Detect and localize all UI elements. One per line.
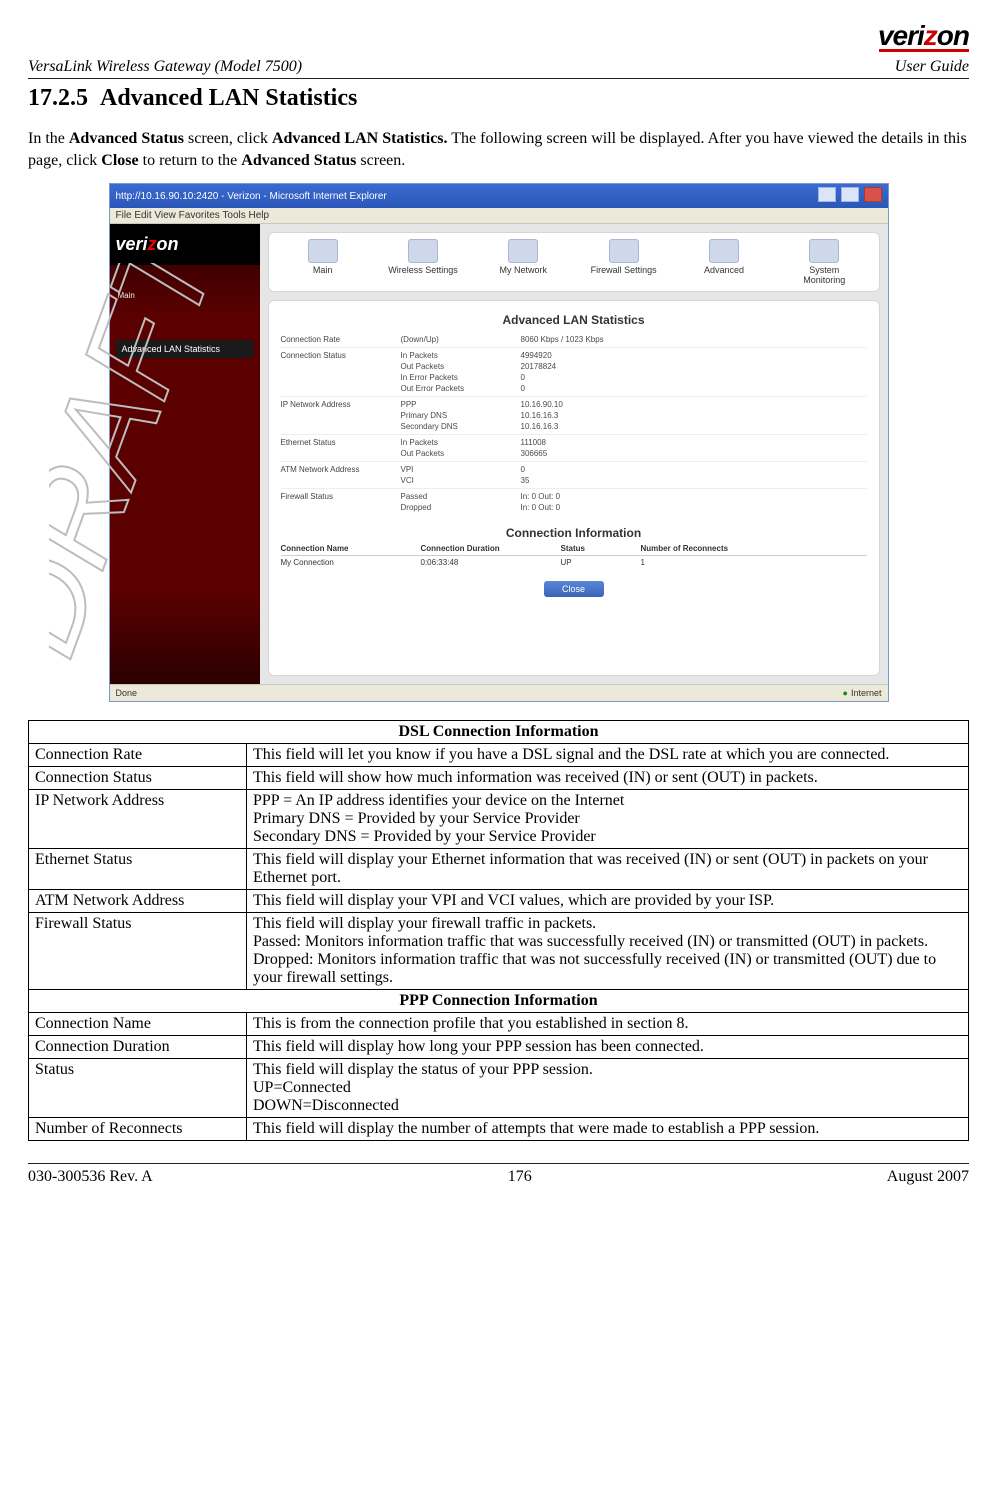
nav-system[interactable]: System Monitoring bbox=[789, 239, 859, 285]
wifi-icon bbox=[408, 239, 438, 263]
field-label: Firewall Status bbox=[29, 913, 247, 990]
browser-window: http://10.16.90.10:2420 - Verizon - Micr… bbox=[109, 183, 889, 702]
field-label: Connection Duration bbox=[29, 1036, 247, 1059]
status-left: Done bbox=[116, 688, 138, 698]
window-controls bbox=[816, 187, 882, 205]
sidebar-active-tab[interactable]: Advanced LAN Statistics bbox=[116, 340, 254, 358]
table-row: IP Network AddressPPP = An IP address id… bbox=[29, 790, 969, 849]
field-desc: This field will display your VPI and VCI… bbox=[247, 890, 969, 913]
page-footer: 030-300536 Rev. A 176 August 2007 bbox=[28, 1163, 969, 1186]
conn-row: My Connection 0:06:33:48 UP 1 bbox=[281, 556, 867, 567]
field-desc: This field will display the number of at… bbox=[247, 1118, 969, 1141]
nav-mynetwork[interactable]: My Network bbox=[488, 239, 558, 285]
monitor-icon bbox=[809, 239, 839, 263]
doc-title: VersaLink Wireless Gateway (Model 7500) bbox=[28, 58, 302, 76]
breadcrumb: Main bbox=[110, 265, 260, 300]
field-desc: This field will show how much informatio… bbox=[247, 767, 969, 790]
minimize-icon[interactable] bbox=[818, 187, 836, 202]
logo-underline bbox=[879, 49, 969, 52]
field-label: Status bbox=[29, 1059, 247, 1118]
table-row: Ethernet StatusThis field will display y… bbox=[29, 849, 969, 890]
field-label: Connection Rate bbox=[29, 744, 247, 767]
browser-menubar[interactable]: File Edit View Favorites Tools Help bbox=[110, 208, 888, 224]
gear-icon bbox=[709, 239, 739, 263]
statusbar: Done Internet bbox=[110, 684, 888, 701]
field-label: Ethernet Status bbox=[29, 849, 247, 890]
field-desc: This is from the connection profile that… bbox=[247, 1013, 969, 1036]
footer-left: 030-300536 Rev. A bbox=[28, 1168, 153, 1186]
close-icon[interactable] bbox=[864, 187, 882, 202]
sidebar-logo: verizon bbox=[110, 224, 260, 265]
table-row: StatusThis field will display the status… bbox=[29, 1059, 969, 1118]
content-card: Advanced LAN Statistics Connection Rate(… bbox=[268, 300, 880, 676]
footer-page: 176 bbox=[508, 1168, 532, 1186]
nav-advanced[interactable]: Advanced bbox=[689, 239, 759, 285]
field-label: IP Network Address bbox=[29, 790, 247, 849]
intro-paragraph: In the Advanced Status screen, click Adv… bbox=[28, 128, 969, 171]
conn-headers: Connection Name Connection Duration Stat… bbox=[281, 544, 867, 556]
table-row: Connection StatusThis field will show ho… bbox=[29, 767, 969, 790]
table-header-dsl: DSL Connection Information bbox=[29, 721, 969, 744]
section-title-text: Advanced LAN Statistics bbox=[100, 85, 357, 111]
window-titlebar: http://10.16.90.10:2420 - Verizon - Micr… bbox=[110, 184, 888, 208]
field-desc: This field will display the status of yo… bbox=[247, 1059, 969, 1118]
verizon-logo: verizon bbox=[878, 20, 969, 52]
card-title: Advanced LAN Statistics bbox=[281, 313, 867, 327]
close-button[interactable]: Close bbox=[544, 581, 604, 597]
field-label: Number of Reconnects bbox=[29, 1118, 247, 1141]
nav-firewall[interactable]: Firewall Settings bbox=[589, 239, 659, 285]
info-table: DSL Connection Information Connection Ra… bbox=[28, 720, 969, 1141]
running-head: VersaLink Wireless Gateway (Model 7500) … bbox=[28, 58, 969, 79]
field-desc: This field will let you know if you have… bbox=[247, 744, 969, 767]
page-header: verizon bbox=[28, 20, 969, 52]
field-label: Connection Name bbox=[29, 1013, 247, 1036]
nav-main[interactable]: Main bbox=[288, 239, 358, 285]
table-row: Firewall StatusThis field will display y… bbox=[29, 913, 969, 990]
field-label: Connection Status bbox=[29, 767, 247, 790]
field-desc: This field will display how long your PP… bbox=[247, 1036, 969, 1059]
status-right: Internet bbox=[843, 688, 882, 698]
home-icon bbox=[308, 239, 338, 263]
section-number: 17.2.5 bbox=[28, 85, 88, 111]
table-row: Connection DurationThis field will displ… bbox=[29, 1036, 969, 1059]
nav-wireless[interactable]: Wireless Settings bbox=[388, 239, 458, 285]
section-heading: 17.2.5 Advanced LAN Statistics bbox=[28, 85, 969, 112]
table-row: Connection RateThis field will let you k… bbox=[29, 744, 969, 767]
conn-title: Connection Information bbox=[281, 526, 867, 540]
embedded-screenshot: DRAFT http://10.16.90.10:2420 - Verizon … bbox=[109, 183, 889, 702]
window-title: http://10.16.90.10:2420 - Verizon - Micr… bbox=[116, 191, 387, 202]
field-desc: This field will display your Ethernet in… bbox=[247, 849, 969, 890]
app-sidebar: verizon Main Advanced LAN Statistics bbox=[110, 224, 260, 684]
stats-grid: Connection Rate(Down/Up)8060 Kbps / 1023… bbox=[281, 335, 867, 512]
table-header-ppp: PPP Connection Information bbox=[29, 990, 969, 1013]
network-icon bbox=[508, 239, 538, 263]
app-main: Main Wireless Settings My Network Firewa… bbox=[260, 224, 888, 684]
footer-right: August 2007 bbox=[887, 1168, 969, 1186]
shield-icon bbox=[609, 239, 639, 263]
table-row: Connection NameThis is from the connecti… bbox=[29, 1013, 969, 1036]
doc-label: User Guide bbox=[895, 58, 969, 76]
field-desc: This field will display your firewall tr… bbox=[247, 913, 969, 990]
table-row: ATM Network AddressThis field will displ… bbox=[29, 890, 969, 913]
field-desc: PPP = An IP address identifies your devi… bbox=[247, 790, 969, 849]
maximize-icon[interactable] bbox=[841, 187, 859, 202]
top-nav: Main Wireless Settings My Network Firewa… bbox=[268, 232, 880, 292]
table-row: Number of ReconnectsThis field will disp… bbox=[29, 1118, 969, 1141]
field-label: ATM Network Address bbox=[29, 890, 247, 913]
logo-text: verizon bbox=[878, 20, 969, 52]
